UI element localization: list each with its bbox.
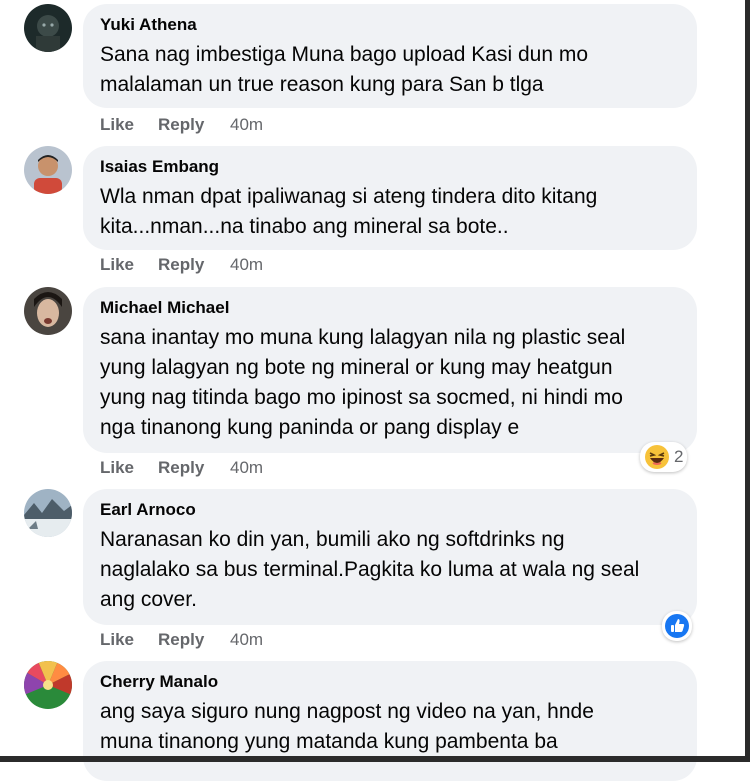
comment-bubble: Michael Michael sana inantay mo muna kun… (83, 287, 697, 453)
comment-text: Naranasan ko din yan, bumili ako ng soft… (100, 528, 640, 611)
comment-bubble: Isaias Embang Wla nman dpat ipaliwanag s… (83, 146, 697, 250)
comment-timestamp[interactable]: 40m (230, 457, 263, 479)
window-border-right (745, 0, 750, 762)
like-button[interactable]: Like (100, 254, 158, 276)
like-button[interactable]: Like (100, 457, 158, 479)
comment-author[interactable]: Earl Arnoco (100, 499, 679, 521)
avatar[interactable] (24, 146, 72, 194)
reaction-summary[interactable]: 2 (640, 442, 688, 472)
comment-bubble: Yuki Athena Sana nag imbestiga Muna bago… (83, 4, 697, 108)
comment-actions: Like Reply 40m (100, 629, 263, 651)
profile-photo-landscape-icon (24, 489, 72, 537)
comment-actions: Like Reply 40m (100, 457, 263, 479)
reaction-count: 2 (674, 447, 684, 466)
comment-timestamp[interactable]: 40m (230, 114, 263, 136)
like-thumb-icon (665, 614, 689, 638)
comment-author[interactable]: Michael Michael (100, 297, 679, 319)
comment-timestamp[interactable]: 40m (230, 629, 263, 651)
profile-photo-face-icon (24, 287, 72, 335)
comment-author[interactable]: Isaias Embang (100, 156, 679, 178)
like-button[interactable]: Like (100, 114, 158, 136)
comment-text: Sana nag imbestiga Muna bago upload Kasi… (100, 43, 589, 96)
reply-button[interactable]: Reply (158, 457, 230, 479)
reaction-summary[interactable] (662, 611, 692, 641)
comment-actions: Like Reply 40m (100, 114, 263, 136)
comment-text: sana inantay mo muna kung lalagyan nila … (100, 326, 626, 439)
haha-emoji-icon (645, 445, 669, 469)
like-button[interactable]: Like (100, 629, 158, 651)
reply-button[interactable]: Reply (158, 629, 230, 651)
avatar[interactable] (24, 661, 72, 709)
avatar[interactable] (24, 489, 72, 537)
reply-button[interactable]: Reply (158, 254, 230, 276)
comment-timestamp[interactable]: 40m (230, 254, 263, 276)
avatar[interactable] (24, 4, 72, 52)
comment-bubble: Earl Arnoco Naranasan ko din yan, bumili… (83, 489, 697, 625)
profile-photo-colorful-icon (24, 661, 72, 709)
profile-photo-dark-icon (24, 4, 72, 52)
comment-actions: Like Reply 40m (100, 254, 263, 276)
comment-author[interactable]: Cherry Manalo (100, 671, 679, 693)
comment-author[interactable]: Yuki Athena (100, 14, 679, 36)
comment-text: Wla nman dpat ipaliwanag si ateng tinder… (100, 185, 598, 238)
reply-button[interactable]: Reply (158, 114, 230, 136)
avatar[interactable] (24, 287, 72, 335)
comment-text: ang saya siguro nung nagpost ng video na… (100, 700, 594, 753)
comment-bubble: Cherry Manalo ang saya siguro nung nagpo… (83, 661, 697, 781)
profile-photo-man-icon (24, 146, 72, 194)
window-border-bottom (0, 756, 750, 762)
